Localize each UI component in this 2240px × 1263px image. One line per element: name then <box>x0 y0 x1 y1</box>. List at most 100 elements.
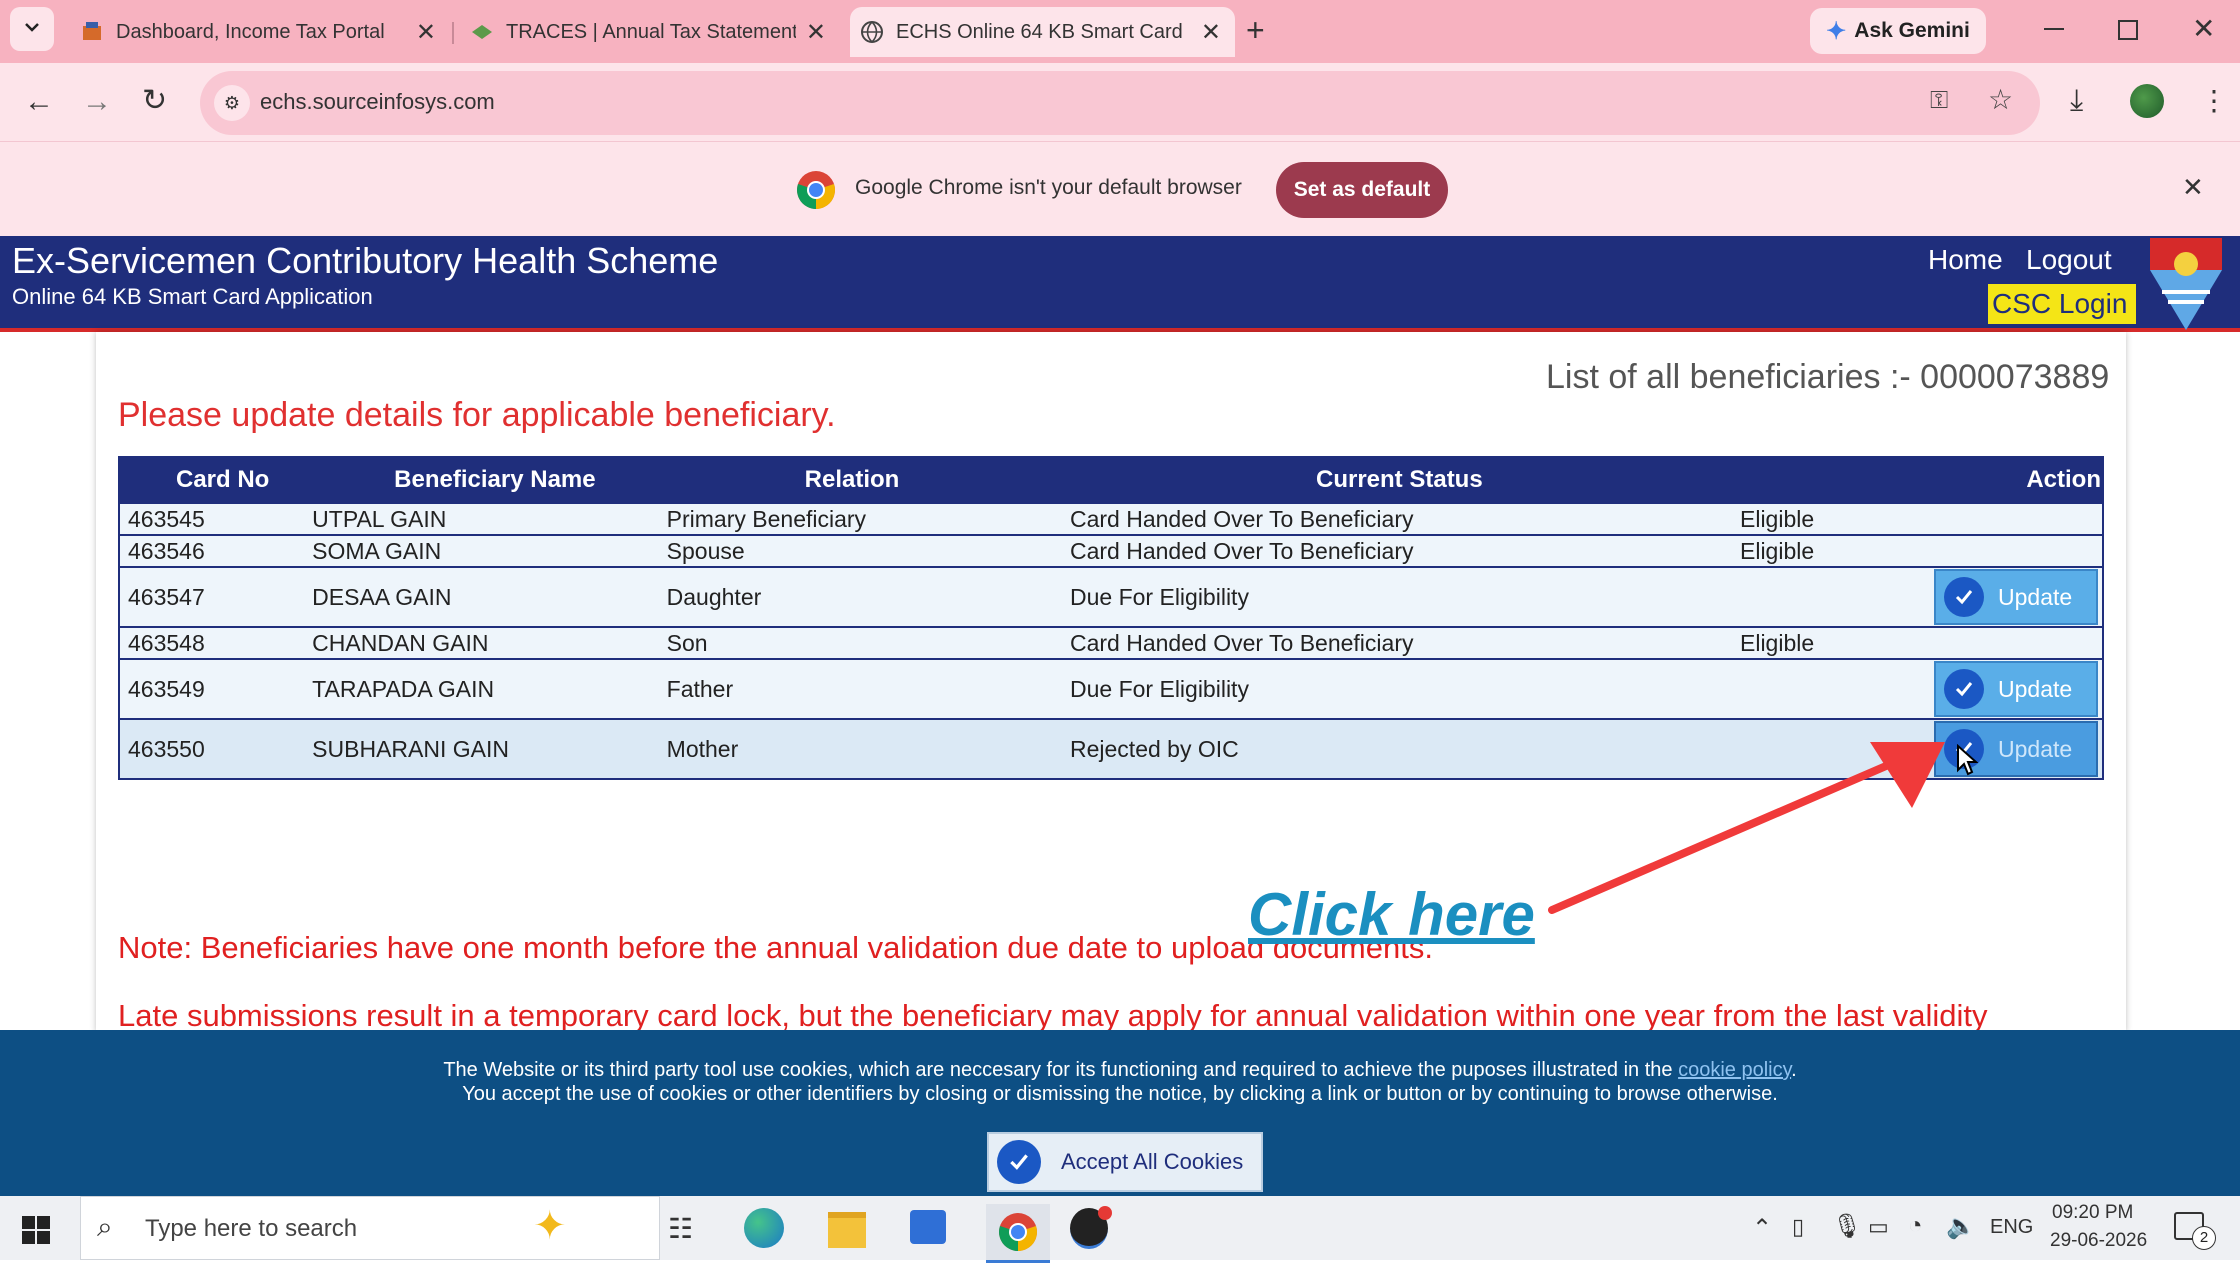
chevron-up-icon[interactable]: ⌃ <box>1752 1214 1772 1243</box>
csc-login-link[interactable]: CSC Login <box>1988 284 2136 324</box>
forward-icon[interactable]: → <box>82 85 112 119</box>
set-default-label: Set as default <box>1293 178 1431 201</box>
password-key-icon[interactable]: ⚿ <box>1930 87 1948 115</box>
tab-traces[interactable]: TRACES | Annual Tax Statement ✕ <box>460 7 840 57</box>
traces-icon <box>470 20 494 44</box>
address-bar[interactable]: ⚙ echs.sourceinfosys.com ⚿ ☆ <box>200 71 2040 135</box>
close-icon[interactable]: ✕ <box>1201 18 1221 47</box>
file-explorer-icon[interactable] <box>828 1212 866 1248</box>
window-close-icon[interactable]: ✕ <box>2192 12 2215 45</box>
clock-date[interactable]: 29-06-2026 <box>2050 1230 2147 1252</box>
set-as-default-button[interactable]: Set as default <box>1276 162 1448 218</box>
action-cell <box>1874 534 2103 567</box>
default-browser-infobar: Google Chrome isn't your default browser… <box>0 141 2240 237</box>
card-no-cell: 463546 <box>119 534 305 567</box>
relation-cell: Mother <box>658 718 1062 779</box>
restore-icon[interactable] <box>2118 20 2138 40</box>
cookie-consent-bar: The Website or its third party tool use … <box>0 1030 2240 1196</box>
table-row: 463545 UTPAL GAIN Primary Beneficiary Ca… <box>119 502 2103 535</box>
eligibility-status: Eligible <box>1740 505 1815 532</box>
bookmark-star-icon[interactable]: ☆ <box>1988 83 2013 116</box>
site-info-icon[interactable]: ⚙ <box>214 85 250 121</box>
microsoft-store-icon[interactable] <box>910 1210 946 1244</box>
accept-cookies-label: Accept All Cookies <box>1061 1149 1244 1174</box>
tab-echs[interactable]: ECHS Online 64 KB Smart Card ✕ <box>850 7 1235 57</box>
microphone-icon[interactable]: 🎙 <box>1832 1212 1862 1241</box>
back-icon[interactable]: ← <box>24 85 54 119</box>
relation-cell: Primary Beneficiary <box>658 502 1062 535</box>
beneficiary-name-cell: UTPAL GAIN <box>304 502 659 535</box>
card-no-cell: 463549 <box>119 658 305 719</box>
cookie-policy-link[interactable]: cookie policy <box>1678 1059 1791 1081</box>
cookie-line-1-end: . <box>1791 1059 1797 1081</box>
download-icon[interactable]: ⤓ <box>2070 84 2083 118</box>
site-header: Ex-Servicemen Contributory Health Scheme… <box>0 236 2240 332</box>
close-infobar-icon[interactable]: ✕ <box>2182 172 2204 203</box>
update-button[interactable]: Update <box>1934 661 2098 717</box>
table-row: 463548 CHANDAN GAIN Son Card Handed Over… <box>119 626 2103 659</box>
update-button[interactable]: Update <box>1934 569 2098 625</box>
tab-income-tax[interactable]: Dashboard, Income Tax Portal, G ✕ <box>70 7 450 57</box>
infobar-message: Google Chrome isn't your default browser <box>855 176 1242 199</box>
update-label: Update <box>1998 675 2073 702</box>
site-subtitle: Online 64 KB Smart Card Application <box>12 284 373 309</box>
relation-cell: Daughter <box>658 566 1062 627</box>
chevron-down-icon <box>22 17 42 42</box>
nav-home-link[interactable]: Home <box>1928 244 2003 276</box>
action-cell: Update <box>1874 658 2103 719</box>
new-tab-icon[interactable]: + <box>1246 12 1265 49</box>
gemini-sparkle-icon: ✦ <box>1826 17 1847 45</box>
close-icon[interactable]: ✕ <box>806 18 826 47</box>
action-cell: Update <box>1874 566 2103 627</box>
current-status: Card Handed Over To Beneficiary <box>1070 629 1414 656</box>
language-indicator[interactable]: ENG <box>1990 1216 2033 1239</box>
windows-start-icon[interactable] <box>22 1216 50 1249</box>
table-row: 463549 TARAPADA GAIN Father Due For Elig… <box>119 658 2103 719</box>
note-text: Note: Beneficiaries have one month befor… <box>118 930 1433 965</box>
site-title: Ex-Servicemen Contributory Health Scheme <box>12 240 719 281</box>
status-cell: Card Handed Over To Beneficiary Eligible <box>1062 534 1875 567</box>
status-cell: Card Handed Over To Beneficiary Eligible <box>1062 502 1875 535</box>
profile-avatar[interactable] <box>2130 84 2164 118</box>
reload-icon[interactable]: ↻ <box>142 83 167 118</box>
beneficiary-name-cell: SUBHARANI GAIN <box>304 718 659 779</box>
tax-portal-icon <box>80 20 104 44</box>
beneficiary-list-label: List of all beneficiaries :- 0000073889 <box>1546 358 2110 396</box>
cookie-text: The Website or its third party tool use … <box>0 1058 2240 1106</box>
close-icon[interactable]: ✕ <box>416 18 436 47</box>
tab-strip: Dashboard, Income Tax Portal, G ✕ TRACES… <box>0 0 2240 63</box>
card-no-cell: 463550 <box>119 718 305 779</box>
url-text: echs.sourceinfosys.com <box>260 89 495 114</box>
speaker-icon[interactable]: 🔈 <box>1946 1212 1976 1241</box>
minimize-icon[interactable] <box>2044 28 2064 30</box>
eligibility-status: Eligible <box>1740 537 1815 564</box>
ask-gemini-button[interactable]: ✦ Ask Gemini <box>1810 8 1986 54</box>
kebab-menu-icon[interactable]: ⋮ <box>2200 84 2228 117</box>
wifi-icon[interactable]: ◔ <box>1908 1212 1923 1240</box>
nav-logout-link[interactable]: Logout <box>2026 244 2112 276</box>
table-row: 463547 DESAA GAIN Daughter Due For Eligi… <box>119 566 2103 627</box>
taskbar-search-box[interactable]: ⌕ Type here to search ✦ <box>80 1196 660 1260</box>
globe-icon <box>860 20 884 44</box>
task-view-icon[interactable]: ☷ <box>668 1212 693 1245</box>
update-label: Update <box>1998 583 2073 610</box>
recorder-app-icon[interactable] <box>1070 1206 1112 1249</box>
current-status: Due For Eligibility <box>1070 675 1249 702</box>
column-header-relation: Relation <box>658 457 1062 503</box>
checkmark-icon <box>1944 577 1984 617</box>
tab-search-button[interactable] <box>10 7 54 51</box>
card-no-cell: 463547 <box>119 566 305 627</box>
notification-count-badge: 2 <box>2192 1226 2216 1250</box>
battery-icon[interactable]: ▭ <box>1868 1214 1889 1240</box>
edge-icon[interactable] <box>744 1208 784 1248</box>
update-label: Update <box>1998 735 2073 762</box>
chrome-taskbar-icon[interactable] <box>986 1204 1050 1263</box>
column-header-status: Current Status <box>1062 457 1875 503</box>
relation-cell: Father <box>658 658 1062 719</box>
current-status: Due For Eligibility <box>1070 583 1249 610</box>
accept-all-cookies-button[interactable]: Accept All Cookies <box>987 1132 1263 1192</box>
clock-time[interactable]: 09:20 PM <box>2052 1202 2133 1224</box>
late-submission-note: Late submissions result in a temporary c… <box>118 998 1988 1033</box>
status-cell: Due For Eligibility <box>1062 658 1875 719</box>
beneficiary-name-cell: SOMA GAIN <box>304 534 659 567</box>
